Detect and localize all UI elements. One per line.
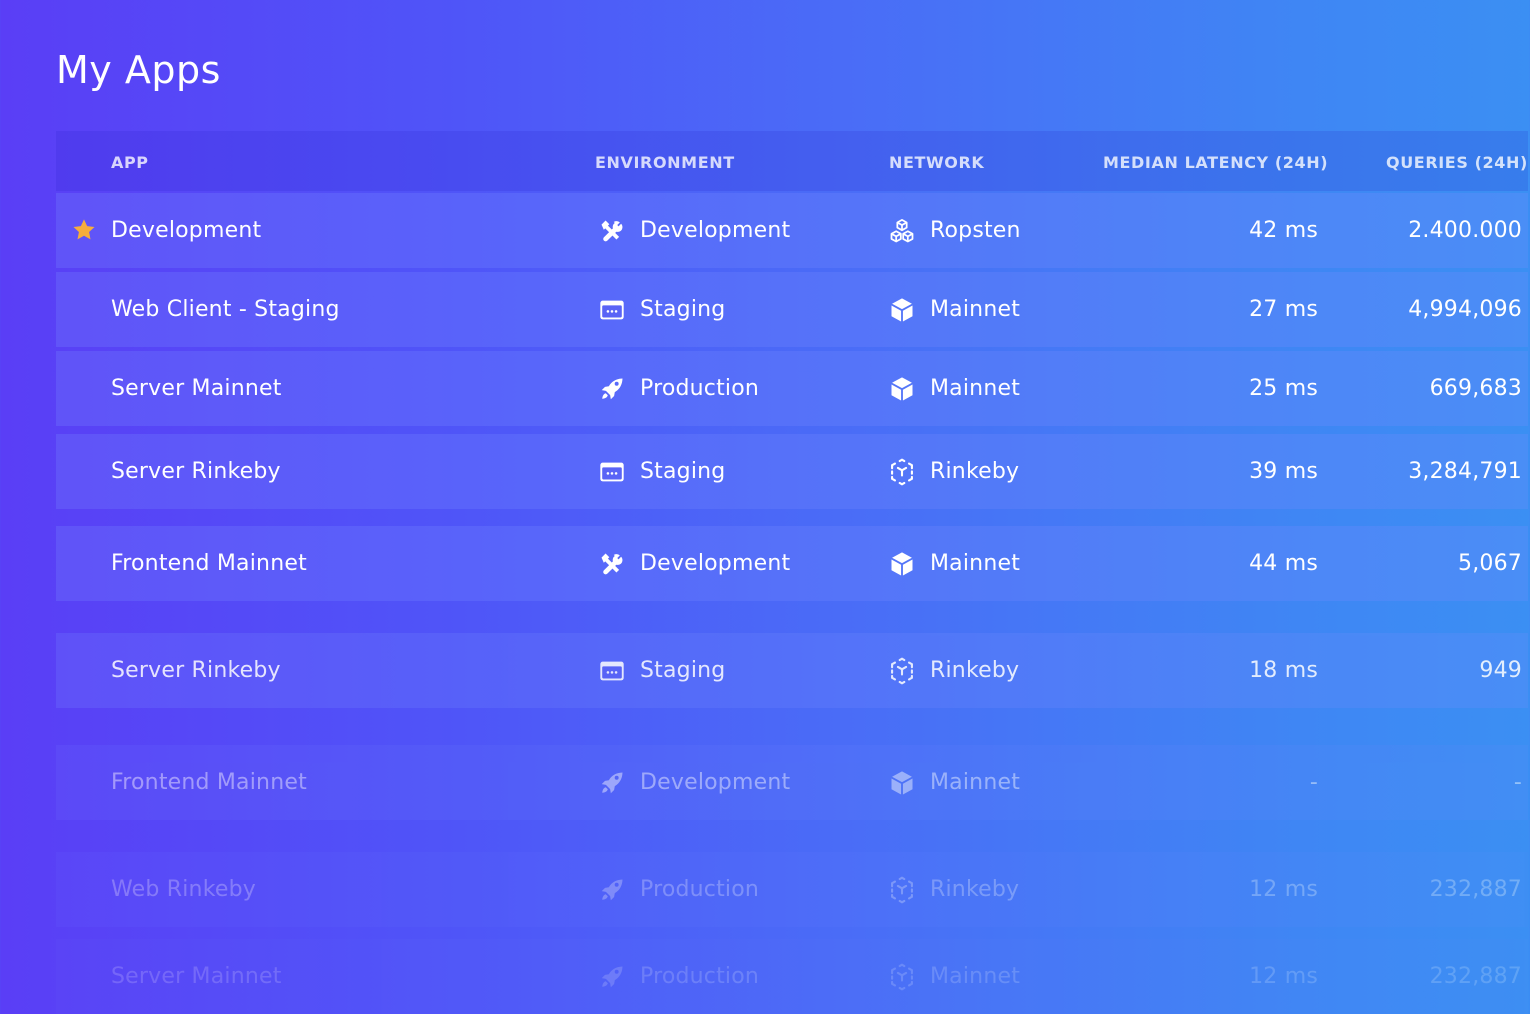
app-name[interactable]: Web Client - Staging	[111, 272, 340, 347]
table-row[interactable]: Development Development Ropsten 42 ms 2.400.…	[56, 193, 1528, 268]
environment-label: Staging	[640, 459, 726, 484]
network-cell: Rinkeby	[888, 434, 1019, 509]
network-cell: Mainnet	[888, 351, 1020, 426]
app-name[interactable]: Development	[111, 193, 261, 268]
table-row[interactable]: Server Rinkeby Staging Rinkeby 39 ms 3,284,7…	[56, 434, 1528, 509]
cube-dashed-icon	[888, 963, 916, 991]
queries-value: 2.400.000	[1408, 218, 1522, 243]
cube-dashed-icon	[888, 876, 916, 904]
cubes-outline-icon	[888, 217, 916, 245]
page-title: My Apps	[56, 48, 221, 92]
latency-value: 44 ms	[1249, 551, 1318, 576]
latency-value: 18 ms	[1249, 658, 1318, 683]
environment-label: Development	[640, 551, 791, 576]
queries-value: 949	[1479, 658, 1522, 683]
table-header: APP ENVIRONMENT NETWORK MEDIAN LATENCY (…	[56, 131, 1528, 191]
app-name[interactable]: Frontend Mainnet	[111, 526, 307, 601]
latency-value: 27 ms	[1249, 297, 1318, 322]
queries-value: 232,887	[1429, 964, 1522, 989]
network-cell: Mainnet	[888, 745, 1020, 820]
column-header-network[interactable]: NETWORK	[889, 153, 984, 172]
cube-icon	[888, 375, 916, 403]
queries-value: 4,994,096	[1408, 297, 1522, 322]
column-header-queries[interactable]: QUERIES (24H)	[1386, 153, 1528, 172]
network-cell: Mainnet	[888, 526, 1020, 601]
environment-cell: Production	[598, 939, 759, 1014]
rocket-icon	[598, 963, 626, 991]
environment-label: Production	[640, 964, 760, 989]
latency-value: 39 ms	[1249, 459, 1318, 484]
table-row[interactable]: Server Mainnet Production Mainnet 12 ms 232,…	[56, 939, 1528, 1014]
app-name[interactable]: Server Mainnet	[111, 939, 282, 1014]
app-name[interactable]: Server Rinkeby	[111, 633, 281, 708]
column-header-app[interactable]: APP	[111, 153, 149, 172]
environment-label: Production	[640, 376, 760, 401]
cube-dashed-icon	[888, 657, 916, 685]
network-label: Mainnet	[930, 964, 1021, 989]
environment-cell: Development	[598, 526, 790, 601]
queries-value: -	[1513, 770, 1522, 795]
environment-cell: Development	[598, 745, 790, 820]
app-name[interactable]: Server Rinkeby	[111, 434, 281, 509]
environment-label: Production	[640, 877, 760, 902]
environment-label: Staging	[640, 297, 726, 322]
queries-value: 669,683	[1429, 376, 1522, 401]
latency-value: 42 ms	[1249, 218, 1318, 243]
tools-icon	[598, 550, 626, 578]
table-row[interactable]: Frontend Mainnet Development Mainnet 44 ms 5…	[56, 526, 1528, 601]
latency-value: 12 ms	[1249, 877, 1318, 902]
cube-icon	[888, 769, 916, 797]
network-cell: Rinkeby	[888, 633, 1019, 708]
app-name[interactable]: Frontend Mainnet	[111, 745, 307, 820]
queries-value: 232,887	[1429, 877, 1522, 902]
cube-icon	[888, 296, 916, 324]
environment-cell: Staging	[598, 633, 725, 708]
network-cell: Rinkeby	[888, 852, 1019, 927]
table-row[interactable]: Server Mainnet Production Mainnet 25 ms 669,…	[56, 351, 1528, 426]
table-row[interactable]: Web Rinkeby Production Rinkeby 12 ms 232,887	[56, 852, 1528, 927]
rocket-icon	[598, 769, 626, 797]
network-label: Rinkeby	[930, 459, 1020, 484]
environment-label: Development	[640, 770, 791, 795]
browser-window-icon	[598, 657, 626, 685]
rocket-icon	[598, 876, 626, 904]
table-row[interactable]: Server Rinkeby Staging Rinkeby 18 ms 949	[56, 633, 1528, 708]
app-name[interactable]: Server Mainnet	[111, 351, 282, 426]
network-label: Mainnet	[930, 376, 1021, 401]
network-label: Rinkeby	[930, 877, 1020, 902]
browser-window-icon	[598, 296, 626, 324]
queries-value: 5,067	[1458, 551, 1522, 576]
table-row[interactable]: Web Client - Staging Staging Mainnet 27 ms 4…	[56, 272, 1528, 347]
column-header-environment[interactable]: ENVIRONMENT	[595, 153, 735, 172]
app-name[interactable]: Web Rinkeby	[111, 852, 256, 927]
network-label: Mainnet	[930, 297, 1021, 322]
environment-cell: Production	[598, 852, 759, 927]
tools-icon	[598, 217, 626, 245]
network-label: Mainnet	[930, 551, 1021, 576]
network-cell: Mainnet	[888, 939, 1020, 1014]
network-label: Mainnet	[930, 770, 1021, 795]
star-icon[interactable]	[71, 217, 97, 243]
rocket-icon	[598, 375, 626, 403]
latency-value: 12 ms	[1249, 964, 1318, 989]
network-cell: Ropsten	[888, 193, 1021, 268]
environment-cell: Production	[598, 351, 759, 426]
browser-window-icon	[598, 458, 626, 486]
network-label: Rinkeby	[930, 658, 1020, 683]
table-row[interactable]: Frontend Mainnet Development Mainnet - -	[56, 745, 1528, 820]
cube-dashed-icon	[888, 458, 916, 486]
column-header-latency[interactable]: MEDIAN LATENCY (24H)	[1103, 153, 1328, 172]
latency-value: 25 ms	[1249, 376, 1318, 401]
network-label: Ropsten	[930, 218, 1021, 243]
environment-cell: Development	[598, 193, 790, 268]
latency-value: -	[1309, 770, 1318, 795]
environment-label: Staging	[640, 658, 726, 683]
cube-icon	[888, 550, 916, 578]
environment-cell: Staging	[598, 434, 725, 509]
network-cell: Mainnet	[888, 272, 1020, 347]
environment-cell: Staging	[598, 272, 725, 347]
environment-label: Development	[640, 218, 791, 243]
queries-value: 3,284,791	[1408, 459, 1522, 484]
